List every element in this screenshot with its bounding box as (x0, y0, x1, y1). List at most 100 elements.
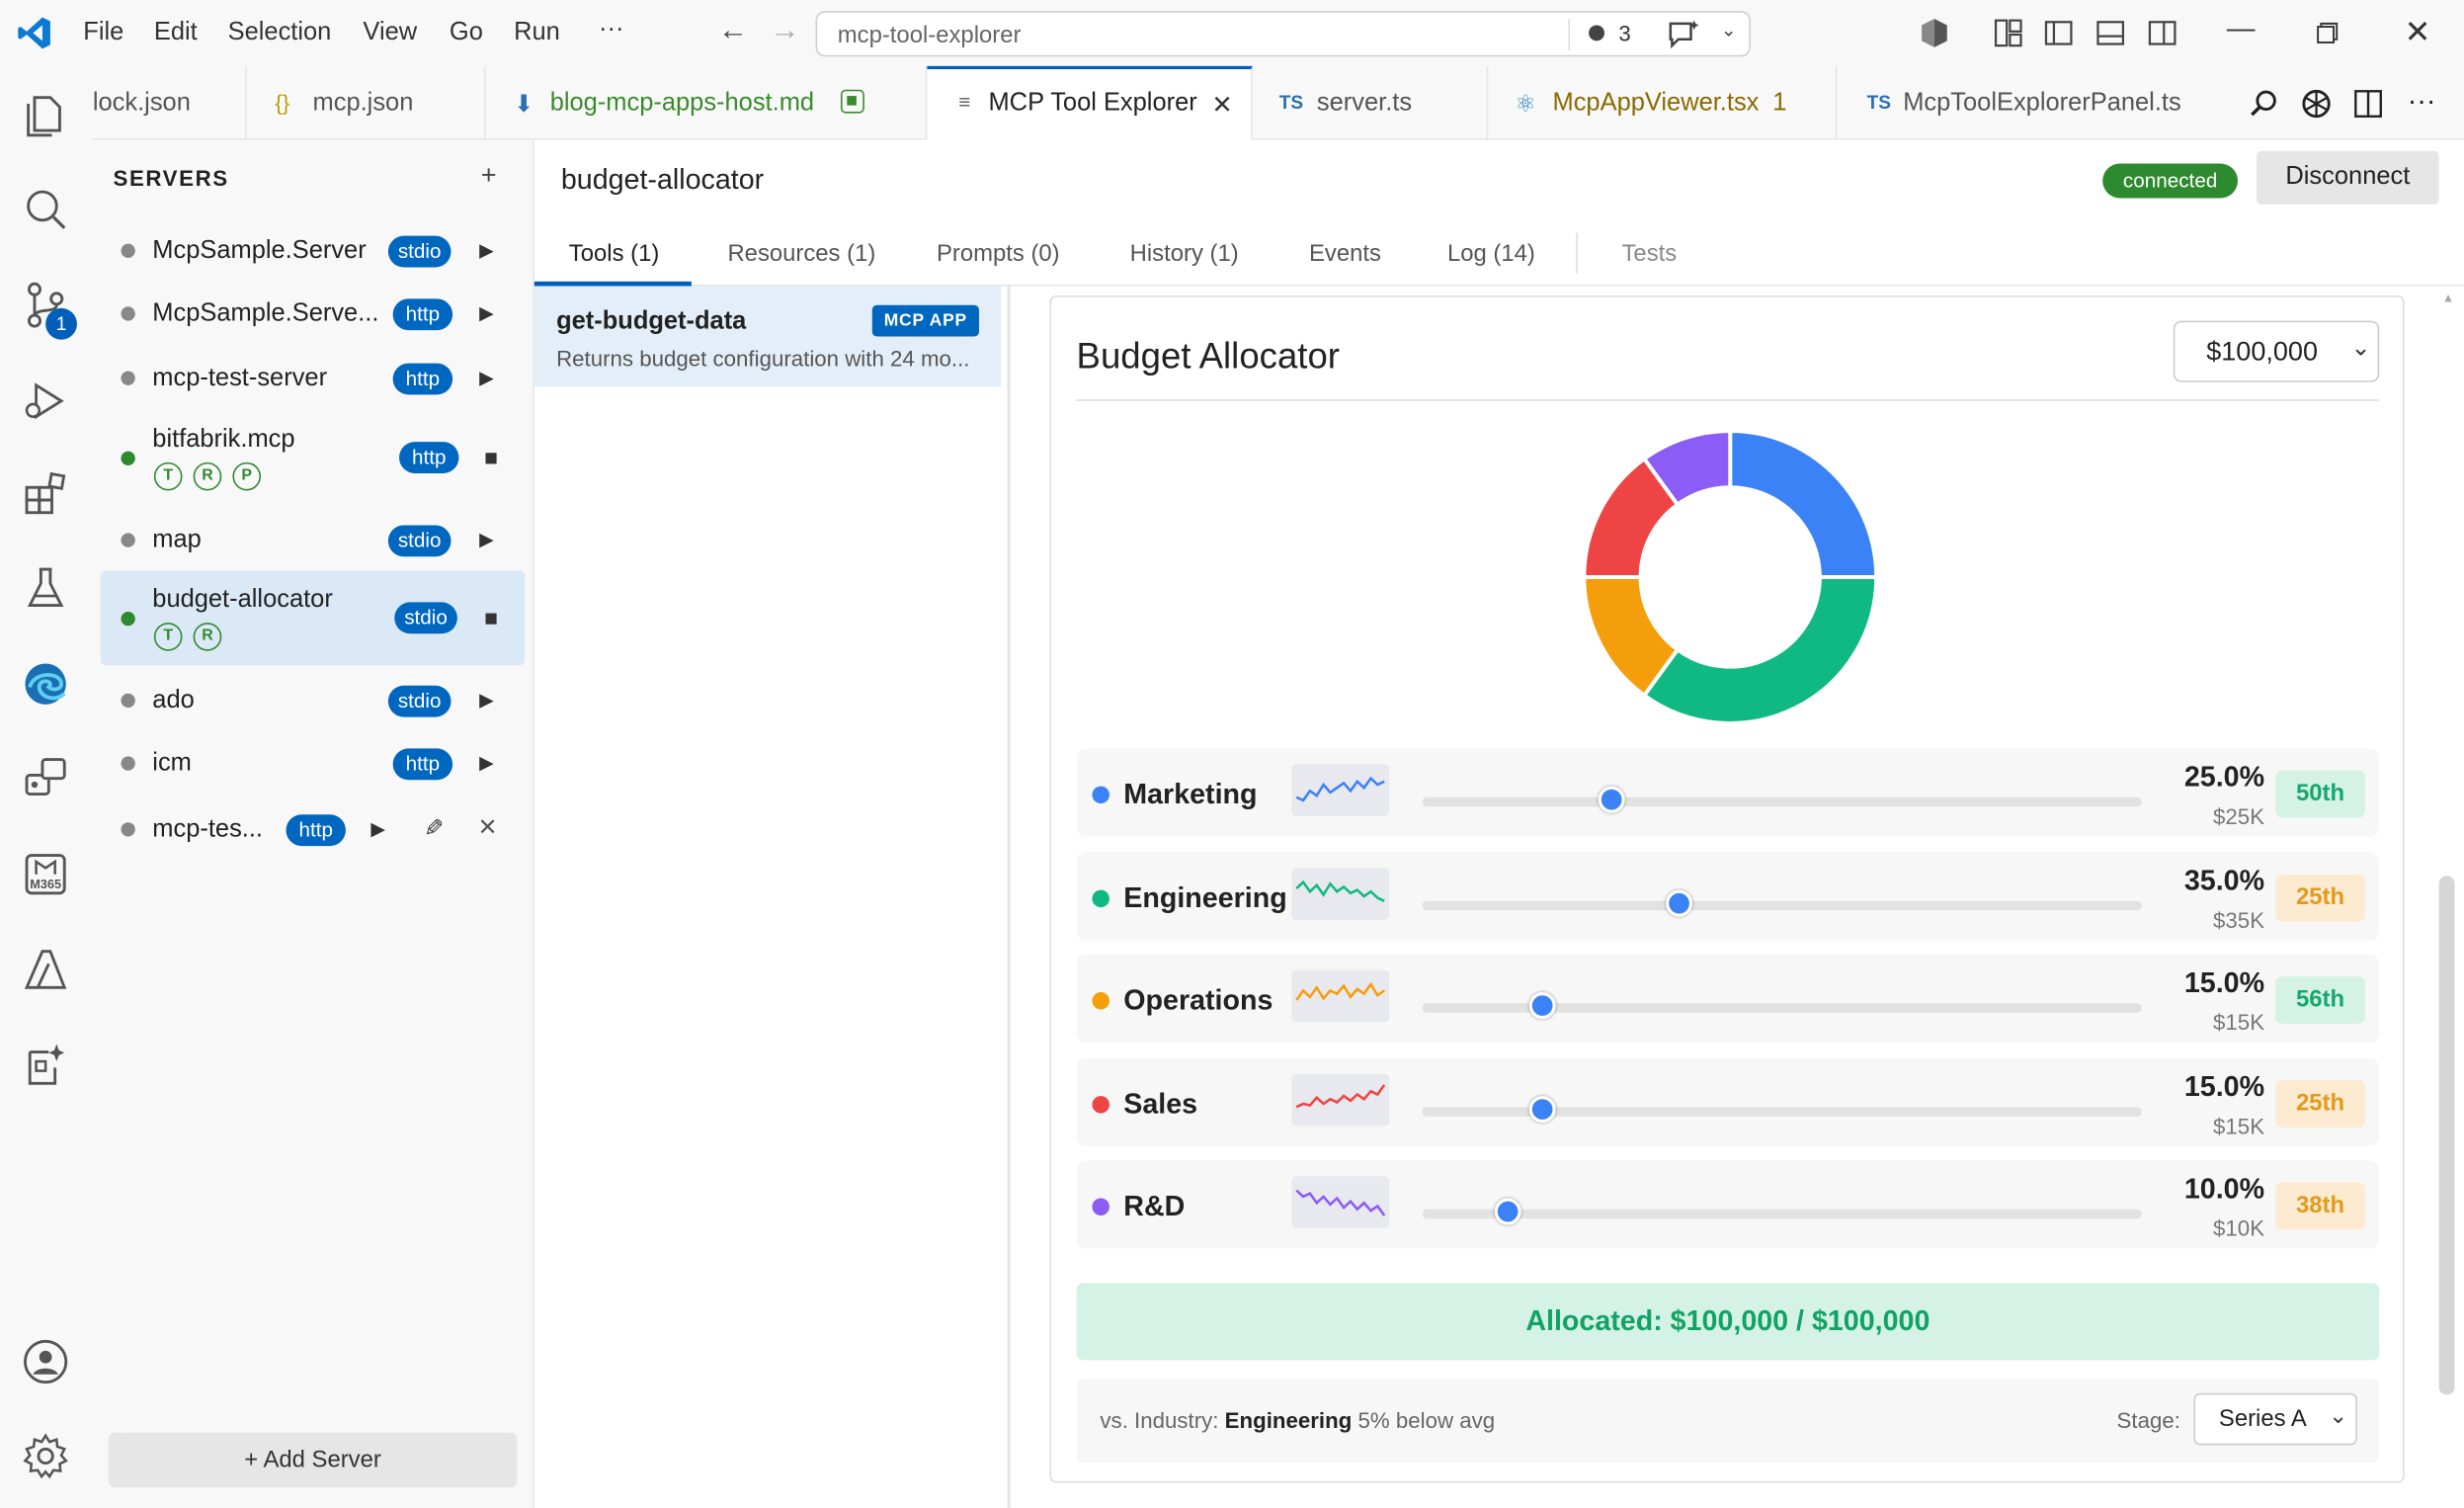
add-server-plus-icon[interactable]: + (481, 160, 497, 192)
server-item[interactable]: bitfabrik.mcp T R P http (93, 410, 534, 508)
tab-resources[interactable]: Resources (1) (727, 240, 875, 267)
status-dot (121, 451, 135, 465)
category-percent: 25.0% (2183, 761, 2265, 793)
tab-events[interactable]: Events (1309, 240, 1381, 267)
menu-run[interactable]: Run (514, 19, 560, 47)
tab-tests[interactable]: Tests (1621, 240, 1677, 267)
inspector-tabs: Tools (1) Resources (1) Prompts (0) Hist… (534, 218, 2464, 287)
toggle-secondary-sidebar-icon[interactable] (2147, 18, 2178, 49)
tool-item[interactable]: get-budget-data MCP APP Returns budget c… (534, 286, 1002, 387)
allocation-slider-thumb[interactable] (1599, 786, 1626, 813)
menu-more[interactable]: ··· (599, 16, 623, 44)
activity-bar: 1 M365 (0, 65, 93, 1508)
scroll-up-icon[interactable]: ▲ (2442, 291, 2455, 304)
server-name: bitfabrik.mcp (152, 426, 295, 454)
settings-gear-icon[interactable] (21, 1431, 71, 1481)
menu-go[interactable]: Go (450, 19, 483, 47)
play-icon[interactable]: ▶ (479, 302, 494, 324)
tab-tools[interactable]: Tools (1) (569, 240, 660, 267)
explorer-icon[interactable] (21, 88, 71, 138)
restore-icon[interactable] (2317, 22, 2339, 43)
allocation-slider-track[interactable] (1422, 796, 2142, 807)
openai-icon[interactable] (2299, 87, 2334, 122)
toggle-panel-icon[interactable] (2094, 18, 2126, 49)
copilot-cube-icon[interactable] (1919, 18, 1950, 49)
allocation-slider-track[interactable] (1422, 1209, 2142, 1219)
azure-icon[interactable] (21, 945, 71, 995)
edge-icon[interactable] (21, 659, 71, 710)
remove-server-icon[interactable]: ✕ (478, 813, 498, 841)
tab-mcp-tool-explorer[interactable]: ≡ MCP Tool Explorer ✕ (927, 65, 1253, 140)
play-icon[interactable]: ▶ (479, 752, 494, 774)
server-item[interactable]: ado stdio ▶ (93, 668, 534, 731)
edit-pencil-icon[interactable]: ✎ (419, 817, 448, 837)
disconnect-button[interactable]: Disconnect (2257, 150, 2439, 205)
chevron-down-icon[interactable]: ⌄ (1721, 19, 1737, 41)
more-actions-icon[interactable]: ··· (2408, 85, 2436, 118)
chat-sparkle-icon[interactable] (1666, 19, 1700, 50)
server-item[interactable]: McpSample.Server stdio ▶ (93, 218, 534, 282)
split-editor-icon[interactable] (2352, 88, 2384, 120)
tab-lock-json[interactable]: lock.json (93, 65, 247, 140)
search-icon[interactable] (21, 184, 71, 234)
stage-select[interactable]: Series A ⌄ (2193, 1392, 2357, 1446)
menu-edit[interactable]: Edit (154, 19, 198, 47)
server-item[interactable]: icm http ▶ (93, 731, 534, 795)
allocation-slider-thumb[interactable] (1666, 888, 1693, 916)
remote-explorer-icon[interactable] (21, 753, 71, 803)
scrollbar-thumb[interactable] (2438, 876, 2455, 1395)
server-item[interactable]: McpSample.Serve... http ▶ (93, 282, 534, 345)
forward-arrow-icon[interactable]: → (770, 14, 799, 48)
allocation-slider-thumb[interactable] (1529, 1095, 1557, 1123)
server-item[interactable]: map stdio ▶ (93, 508, 534, 571)
tab-mcpappviewer-tsx[interactable]: ⚛ McpAppViewer.tsx 1 (1488, 65, 1838, 140)
account-icon[interactable] (21, 1337, 71, 1387)
add-server-button[interactable]: + Add Server (108, 1432, 518, 1488)
play-icon[interactable]: ▶ (479, 689, 494, 711)
play-icon[interactable]: ▶ (479, 367, 494, 388)
tab-mcp-json[interactable]: {} mcp.json (247, 65, 486, 140)
find-icon[interactable] (2249, 88, 2280, 120)
tab-panel-ts[interactable]: TS McpToolExplorerPanel.ts (1837, 66, 2228, 140)
allocation-slider-thumb[interactable] (1493, 1198, 1521, 1225)
category-percent: 35.0% (2183, 864, 2265, 896)
server-item-selected[interactable]: budget-allocator T R stdio (100, 570, 526, 666)
extensions-icon[interactable] (21, 468, 71, 519)
allocation-slider-thumb[interactable] (1529, 992, 1557, 1020)
tab-blog-md[interactable]: ⬇ blog-mcp-apps-host.md (485, 65, 928, 140)
toggle-primary-sidebar-icon[interactable] (2043, 18, 2075, 49)
close-window-icon[interactable]: ✕ (2405, 13, 2431, 52)
m365-icon[interactable]: M365 (21, 849, 71, 899)
ai-toolkit-icon[interactable] (21, 1040, 71, 1090)
tab-history[interactable]: History (1) (1130, 240, 1239, 267)
tab-server-ts[interactable]: TS server.ts (1253, 65, 1489, 140)
play-icon[interactable]: ▶ (479, 239, 494, 261)
run-debug-icon[interactable] (21, 376, 71, 426)
back-arrow-icon[interactable]: ← (718, 14, 748, 48)
stop-icon[interactable] (485, 613, 497, 625)
play-icon[interactable]: ▶ (479, 529, 494, 550)
servers-sidebar: SERVERS + McpSample.Server stdio ▶ McpSa… (92, 139, 534, 1508)
server-name: map (152, 527, 202, 554)
total-budget-select[interactable]: $100,000 ⌄ (2173, 320, 2380, 382)
customize-layout-icon[interactable] (1993, 18, 2024, 49)
play-icon[interactable]: ▶ (370, 817, 385, 839)
menu-file[interactable]: File (83, 19, 123, 47)
tab-log[interactable]: Log (14) (1447, 240, 1535, 267)
server-item[interactable]: mcp-tes... http ▶ ✎ ✕ (93, 797, 534, 861)
tab-prompts[interactable]: Prompts (0) (937, 240, 1060, 267)
close-tab-icon[interactable]: ✕ (1211, 90, 1232, 122)
category-row-rd: R&D 10.0% $10K 38th (1076, 1160, 2380, 1249)
testing-flask-icon[interactable] (21, 563, 71, 614)
stop-icon[interactable] (485, 453, 497, 464)
command-center-search[interactable]: mcp-tool-explorer 3 ⌄ (815, 11, 1751, 57)
minimize-icon[interactable]: — (2227, 13, 2256, 45)
category-amount: $35K (2213, 906, 2265, 932)
menu-selection[interactable]: Selection (228, 19, 332, 47)
react-icon: ⚛ (1515, 91, 1536, 119)
server-item[interactable]: mcp-test-server http ▶ (93, 346, 534, 409)
vscode-logo-icon (18, 17, 50, 49)
status-dot (121, 611, 135, 627)
menu-view[interactable]: View (363, 19, 417, 47)
allocation-slider-track[interactable] (1422, 899, 2142, 910)
